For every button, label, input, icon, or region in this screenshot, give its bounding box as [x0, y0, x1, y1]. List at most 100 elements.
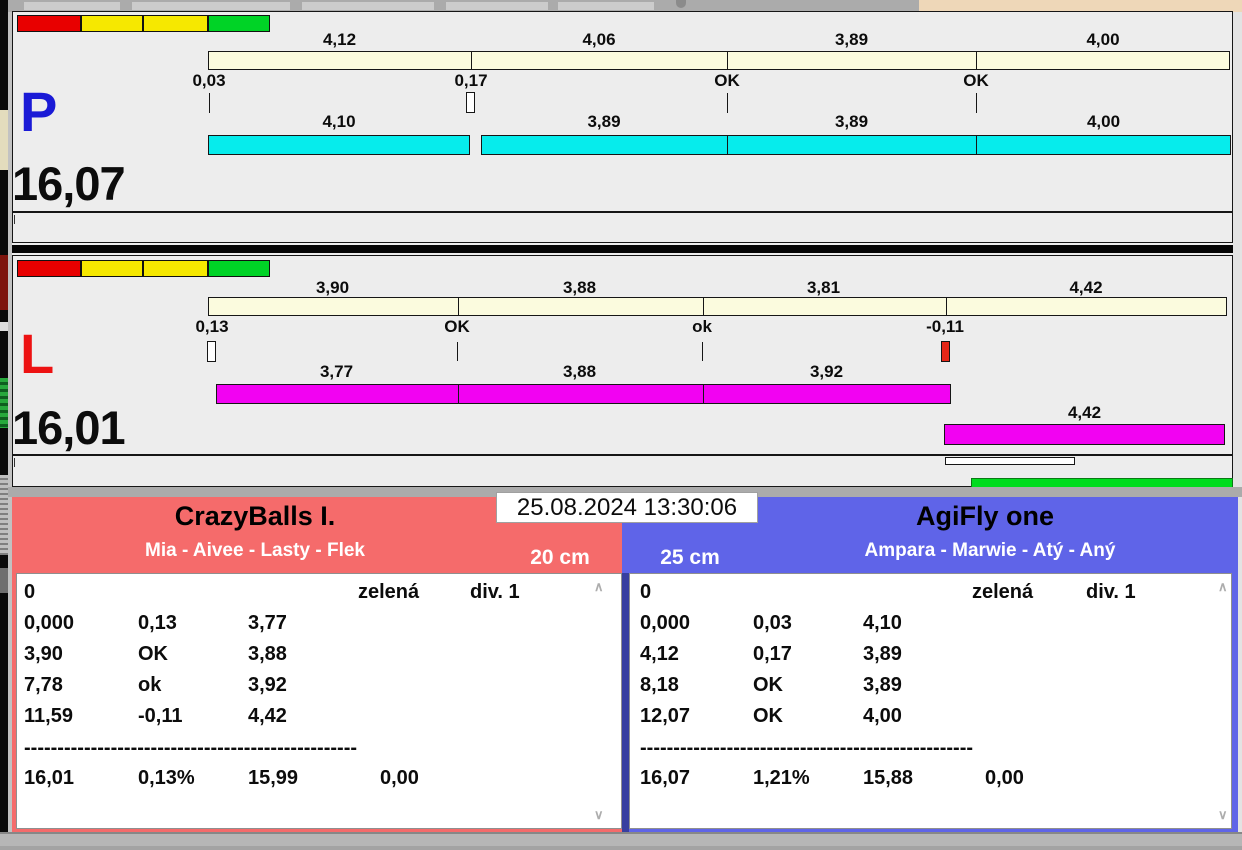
l-change-label: ok [692, 317, 712, 336]
p-total-time: 16,07 [12, 157, 126, 210]
p-change-tick [209, 93, 210, 113]
results-left-total: 0,13% [138, 767, 195, 789]
l-split-time-label: 4,42 [1069, 278, 1103, 297]
results-cell: 4,42 [248, 705, 287, 727]
p-change-label: OK [963, 71, 989, 90]
results-cell: 4,00 [863, 705, 902, 727]
l-run-time-label: 3,92 [809, 362, 844, 381]
p-run-bar [481, 135, 1231, 155]
timing-app-screen: 4,12 4,06 3,89 4,00 0,03 0,17 OK OK 4,10… [0, 0, 1242, 850]
traffic-light-red [17, 15, 81, 32]
results-right-total: 0,00 [985, 767, 1024, 789]
l-split-bar-divider [458, 298, 459, 315]
results-cell: 4,10 [863, 612, 902, 634]
l-change-label: -0,11 [926, 317, 964, 336]
results-right-separator: ----------------------------------------… [640, 737, 974, 759]
team-panel-divider [622, 573, 629, 832]
results-cell: OK [753, 705, 783, 727]
p-run-time-label: 3,89 [587, 112, 621, 131]
l-total-time: 16,01 [12, 401, 126, 454]
panel-separator [12, 245, 1233, 253]
results-cell: 0,000 [24, 612, 75, 634]
l-change-marker-fault [941, 341, 950, 362]
results-cell: 3,92 [248, 674, 287, 696]
team-right-dogs: Ampara - Marwie - Atý - Aný [864, 540, 1116, 561]
l-split-bar-divider [946, 298, 947, 315]
left-edge-strip [0, 0, 8, 850]
p-change-tick [727, 93, 728, 113]
p-change-label: 0,03 [192, 71, 226, 90]
l-substrip-white-bar [945, 457, 1075, 465]
results-right-total: 1,21% [753, 767, 810, 789]
p-run-time-label: 4,00 [1086, 112, 1121, 131]
p-split-bar [208, 51, 1230, 70]
bottom-window-band-shade [0, 846, 1242, 850]
l-change-tick [457, 342, 458, 361]
team-left-height: 20 cm [530, 546, 590, 569]
results-right-division: div. 1 [1086, 581, 1136, 603]
p-lane-letter: P [20, 80, 58, 143]
l-lane-letter: L [20, 322, 55, 385]
left-strip-fragment [0, 255, 8, 310]
p-substrip [12, 212, 1233, 243]
p-run-time-label: 3,89 [834, 112, 869, 131]
results-right-panel[interactable] [629, 573, 1232, 829]
results-cell: 0,000 [640, 612, 691, 634]
p-run-bar-segment [208, 135, 470, 155]
scroll-down-arrow[interactable]: ∨ [594, 808, 604, 821]
traffic-light-yellow2 [143, 260, 208, 277]
toolbar-segment [446, 2, 548, 10]
scroll-down-arrow[interactable]: ∨ [1218, 808, 1228, 821]
results-left-status: zelená [358, 581, 420, 603]
l-change-label: 0,13 [195, 317, 229, 336]
results-cell: 11,59 [24, 705, 73, 727]
p-change-label: 0,17 [454, 71, 488, 90]
left-strip-fragment [0, 322, 8, 331]
results-cell: 0,13 [138, 612, 177, 634]
toolbar-segment [24, 2, 120, 10]
results-cell: 3,89 [863, 674, 902, 696]
results-right-status: zelená [972, 581, 1034, 603]
l-run-time-label: 3,88 [562, 362, 597, 381]
l-change-marker-box [207, 341, 216, 362]
p-split-time-label: 4,00 [1086, 30, 1120, 49]
traffic-light-green [208, 15, 270, 32]
scroll-up-arrow[interactable]: ∧ [1218, 580, 1228, 593]
traffic-light-yellow1 [81, 260, 143, 277]
l-substrip-tick [14, 458, 15, 467]
l-split-bar [208, 297, 1227, 316]
p-split-bar-divider [727, 52, 728, 69]
traffic-light-yellow1 [81, 15, 143, 32]
p-change-tick [976, 93, 977, 113]
p-change-marker-box [466, 92, 475, 113]
results-left-panel[interactable] [16, 573, 622, 829]
results-right-total: 15,88 [863, 767, 914, 789]
results-left-start: 0 [24, 581, 36, 603]
left-strip-fragment [0, 378, 8, 428]
left-strip-fragment [0, 475, 8, 555]
p-substrip-tick [14, 215, 15, 224]
traffic-light-green [208, 260, 270, 277]
results-cell: ok [138, 674, 162, 696]
left-strip-fragment [0, 110, 8, 170]
results-cell: 3,89 [863, 643, 902, 665]
p-run-bar-divider [727, 136, 728, 154]
results-cell: 4,12 [640, 643, 679, 665]
results-cell: OK [753, 674, 783, 696]
p-split-time-label: 4,06 [582, 30, 616, 49]
l-run-bar [216, 384, 951, 404]
l-run-bar-divider [703, 385, 704, 403]
results-left-total: 0,00 [380, 767, 419, 789]
results-left-division: div. 1 [470, 581, 520, 603]
left-strip-fragment [0, 568, 8, 593]
p-split-time-label: 4,12 [322, 30, 357, 49]
scroll-up-arrow[interactable]: ∧ [594, 580, 604, 593]
team-right-height: 25 cm [660, 546, 720, 569]
results-left-separator: ----------------------------------------… [24, 737, 358, 759]
results-cell: 3,90 [24, 643, 63, 665]
toolbar-mark [676, 0, 686, 8]
p-split-bar-divider [471, 52, 472, 69]
results-cell: 12,07 [640, 705, 691, 727]
p-split-bar-divider [976, 52, 977, 69]
l-run-time-label-extra: 4,42 [1067, 403, 1102, 422]
